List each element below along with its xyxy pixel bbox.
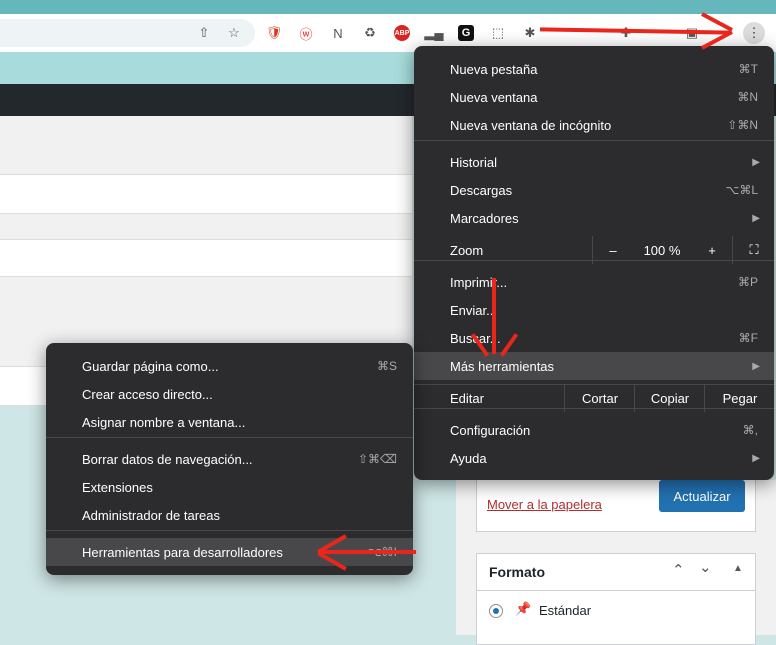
menu-item-send[interactable]: Enviar... [414,296,774,324]
menu-item-label: Nueva ventana de incógnito [450,117,612,133]
radio-standard[interactable] [489,604,503,618]
menu-item-help[interactable]: Ayuda ▶ [414,444,774,472]
zoom-label: Zoom [450,242,484,258]
menu-item-label: Descargas [450,182,513,198]
submenu-item-label: Administrador de tareas [82,507,221,523]
pin-icon: 📌 [515,601,532,616]
chrome-main-menu: Nueva pestaña ⌘T Nueva ventana ⌘N Nueva vent… [414,46,774,480]
menu-item-label: Nueva pestaña [450,61,538,77]
submenu-item-create-shortcut[interactable]: Crear acceso directo... [46,380,413,408]
permalink-field[interactable] [0,239,413,277]
format-box: Formato ⌃ ⌄ ▲ 📌 Estándar [476,553,756,645]
submenu-item-save-page-as[interactable]: Guardar página como... ⌘S [46,352,413,380]
menu-item-label: Imprimir... [450,274,508,290]
bars-icon[interactable]: ▂▄ [424,25,443,41]
n-icon[interactable]: N [330,25,346,41]
format-option-standard: Estándar [539,603,592,618]
submenu-item-extensions[interactable]: Extensiones [46,473,413,501]
menu-item-bookmarks[interactable]: Marcadores ▶ [414,204,774,232]
g-icon[interactable]: G [458,25,474,41]
recycle-icon[interactable]: ♻ [362,25,378,41]
share-icon[interactable]: ⇧ [196,25,212,41]
zoom-row: Zoom –100 % + ⛶ [414,236,774,264]
shortcut-hint: ⌘F [738,331,758,345]
shortcut-hint: ⌘, [742,423,758,437]
divider [477,590,755,591]
shortcut-hint: ⌘N [737,90,758,104]
w-icon[interactable]: ⓦ [298,25,314,42]
abp-icon[interactable]: ABP [394,25,410,41]
submenu-item-label: Extensiones [82,479,153,495]
cut-button[interactable]: Cortar [564,384,635,412]
submenu-arrow-icon: ▶ [752,156,760,168]
chevron-down-icon[interactable]: ⌄ [699,558,712,576]
shortcut-hint: ⌥⌘L [725,183,758,197]
paste-button[interactable]: Pegar [704,384,775,412]
menu-item-label: Enviar... [450,302,497,318]
submenu-item-name-window[interactable]: Asignar nombre a ventana... [46,408,413,436]
menu-item-label: Marcadores [450,210,519,226]
menu-item-new-tab[interactable]: Nueva pestaña ⌘T [414,55,774,83]
edit-row: Editar Cortar Copiar Pegar [414,384,774,412]
chevron-up-icon[interactable]: ⌃ [672,561,685,579]
shortcut-hint: ⌘T [738,62,758,76]
menu-item-find[interactable]: Buscar...⌘F [414,324,774,352]
submenu-arrow-icon: ▶ [752,360,760,372]
star-icon[interactable]: ☆ [226,25,242,41]
submenu-arrow-icon: ▶ [752,452,760,464]
submenu-item-label: Asignar nombre a ventana... [82,414,246,430]
menu-item-print[interactable]: Imprimir... ⌘P [414,268,774,296]
more-tools-submenu: Guardar página como... ⌘S Crear acceso dir… [46,343,413,575]
dotted-square-icon[interactable]: ⬚ [490,25,506,41]
submenu-item-label: Borrar datos de navegación... [82,451,253,467]
menu-item-label: Ayuda [450,450,487,466]
edit-label: Editar [450,390,484,406]
menu-item-label: Configuración [450,422,531,438]
submenu-arrow-icon: ▶ [752,212,760,224]
shortcut-hint: ⇧⌘⌫ [357,452,397,466]
menu-item-new-window[interactable]: Nueva ventana ⌘N [414,83,774,111]
address-bar[interactable] [0,19,255,47]
menu-item-label: Nueva ventana [450,89,538,105]
zoom-out-button[interactable]: – [592,236,633,264]
tab-strip [0,0,776,14]
menu-item-downloads[interactable]: Descargas ⌥⌘L [414,176,774,204]
zoom-level: 100 % [643,242,681,258]
menu-item-settings[interactable]: Configuración ⌘, [414,416,774,444]
trash-link[interactable]: Mover a la papelera [487,497,602,512]
submenu-item-label: Crear acceso directo... [82,386,213,402]
menu-separator [414,140,774,141]
zoom-in-button[interactable]: + [692,236,732,264]
copy-button[interactable]: Copiar [634,384,705,412]
fullscreen-icon[interactable]: ⛶ [732,236,775,264]
menu-item-label: Historial [450,154,497,170]
menu-item-new-incognito-window[interactable]: Nueva ventana de incógnito ⇧⌘N [414,111,774,139]
shortcut-hint: ⌘P [737,275,758,289]
update-button[interactable]: Actualizar [659,480,745,512]
menu-item-label: Más herramientas [450,358,555,374]
menu-item-more-tools[interactable]: Más herramientas ▶ [414,352,774,380]
shortcut-hint: ⌘S [376,359,397,373]
submenu-item-clear-browsing-data[interactable]: Borrar datos de navegación... ⇧⌘⌫ [46,445,413,473]
submenu-item-label: Guardar página como... [82,358,219,374]
submenu-item-label: Herramientas para desarrolladores [82,544,283,560]
puzzle-icon[interactable]: ✚ [618,25,634,41]
menu-separator [46,530,413,531]
format-title: Formato [489,564,545,580]
brave-icon[interactable]: 🛡 [266,25,283,41]
submenu-item-task-manager[interactable]: Administrador de tareas [46,501,413,529]
title-field[interactable] [0,174,413,214]
toggle-icon[interactable]: ▲ [733,563,743,574]
more-icon[interactable]: ⋮ [743,22,765,44]
menu-item-history[interactable]: Historial ▶ [414,148,774,176]
shortcut-hint: ⇧⌘N [727,118,758,132]
wp-sidebar: Mover a la papelera Actualizar Formato ⌃… [456,470,776,645]
menu-separator [46,437,413,438]
gear-icon[interactable]: ✱ [522,25,538,41]
